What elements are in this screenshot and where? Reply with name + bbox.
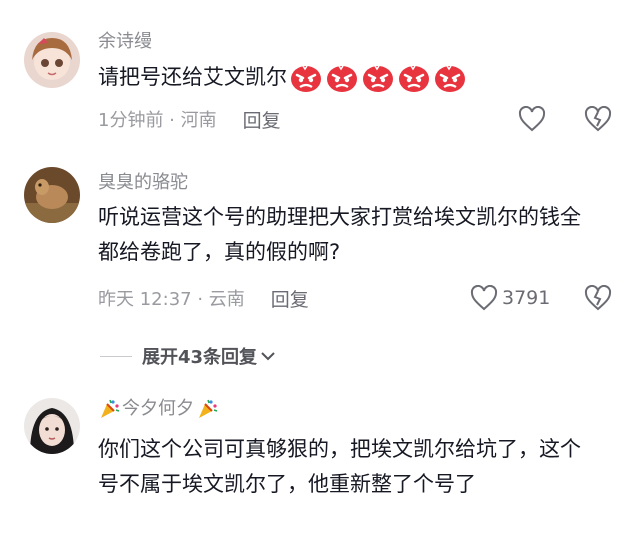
angry-face-emoji	[291, 65, 321, 92]
comment-meta: 1分钟前 · 河南 回复	[98, 110, 281, 132]
divider	[100, 355, 132, 357]
comment-text: 听说运营这个号的助理把大家打赏给埃文凯尔的钱全都给卷跑了，真的假的啊?	[98, 205, 581, 264]
dislike-button[interactable]	[584, 105, 612, 136]
comment-time: 昨天 12:37 · 云南	[98, 289, 245, 310]
avatar[interactable]	[24, 398, 80, 454]
broken-heart-icon	[584, 284, 612, 311]
comment-text: 请把号还给艾文凯尔	[98, 60, 598, 95]
avatar[interactable]	[24, 32, 80, 88]
comment-meta: 昨天 12:37 · 云南 回复	[98, 289, 309, 311]
heart-icon	[518, 106, 546, 132]
username-row[interactable]: 今夕何夕	[98, 398, 218, 420]
expand-replies-button[interactable]: 展开43条回复	[100, 343, 277, 369]
dislike-button[interactable]	[584, 284, 612, 315]
broken-heart-icon	[584, 105, 612, 132]
username: 今夕何夕	[122, 398, 194, 419]
angry-face-emoji	[327, 65, 357, 92]
angry-face-emoji	[435, 65, 465, 92]
like-button[interactable]	[518, 106, 546, 132]
like-button[interactable]: 3791	[470, 285, 550, 311]
heart-icon	[470, 285, 498, 311]
comment-time: 1分钟前 · 河南	[98, 110, 217, 131]
chevron-down-icon	[261, 352, 275, 361]
angry-emoji-group	[289, 63, 467, 93]
comment-text: 你们这个公司可真够狠的，把埃文凯尔给坑了，这个号不属于埃文凯尔了，他重新整了个号…	[98, 437, 581, 496]
angry-face-emoji	[363, 65, 393, 92]
expand-replies-label: 展开43条回复	[142, 347, 258, 368]
party-popper-icon	[101, 399, 120, 418]
party-popper-icon	[199, 399, 218, 418]
angry-face-emoji	[399, 65, 429, 92]
comment-text-content: 请把号还给艾文凯尔	[98, 65, 287, 89]
reply-button[interactable]: 回复	[271, 289, 309, 311]
avatar[interactable]	[24, 167, 80, 223]
like-count: 3791	[502, 287, 551, 309]
reply-button[interactable]: 回复	[243, 110, 281, 132]
username[interactable]: 臭臭的骆驼	[98, 172, 188, 194]
username[interactable]: 余诗缦	[98, 31, 152, 53]
